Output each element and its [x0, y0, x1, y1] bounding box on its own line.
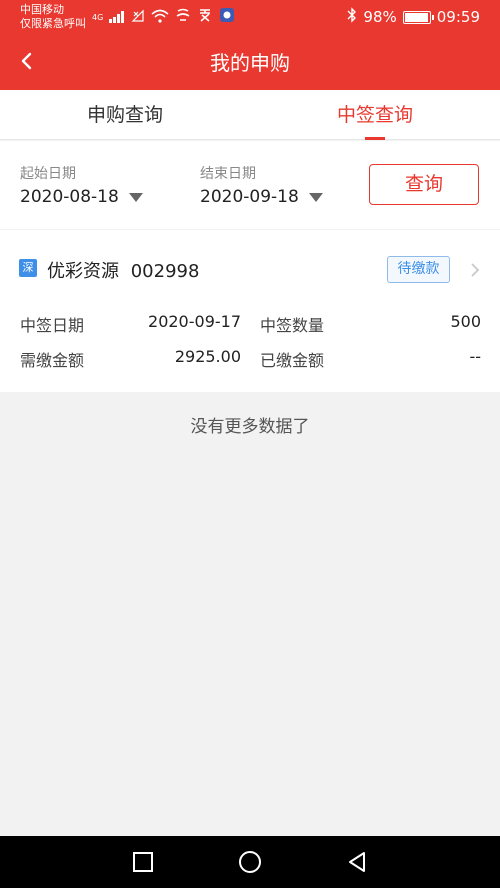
app-header: 中国移动 仅限紧急呼叫 4G 98% 09:59 我的申购 — [0, 0, 500, 90]
start-date-value: 2020-08-18 — [20, 187, 119, 207]
recent-apps-button[interactable] — [131, 850, 155, 874]
due-amount-value: 2925.00 — [174, 347, 241, 366]
triangle-back-icon — [349, 852, 365, 872]
circle-icon — [239, 851, 261, 873]
due-amount-label: 需缴金额 — [20, 351, 85, 370]
home-button[interactable] — [238, 850, 262, 874]
tab-allotment-label: 中签查询 — [336, 104, 413, 126]
page-title: 我的申购 — [210, 51, 290, 75]
tab-subscription-query[interactable]: 申购查询 — [0, 90, 250, 140]
bluetooth-icon — [347, 7, 357, 27]
active-tab-indicator — [365, 137, 385, 140]
win-date-value: 2020-09-17 — [148, 312, 241, 331]
text-notification-icon — [197, 7, 213, 27]
clock: 09:59 — [436, 8, 480, 26]
stock-name-code: 优彩资源 002998 — [47, 257, 199, 283]
end-date-value: 2020-09-18 — [200, 187, 299, 207]
app-badge-icon — [219, 7, 235, 27]
start-date-picker[interactable]: 2020-08-18 — [20, 187, 143, 207]
status-icons: 4G — [92, 8, 235, 26]
wifi-icon — [151, 8, 169, 27]
signal-icon — [109, 11, 125, 23]
status-badge: 待缴款 — [387, 256, 450, 283]
no-signal-icon — [131, 8, 145, 27]
network-type: 4G — [92, 12, 104, 22]
win-date-label: 中签日期 — [20, 316, 85, 335]
app-notification-icon — [175, 7, 191, 27]
win-qty-label: 中签数量 — [260, 316, 325, 335]
stock-code: 002998 — [130, 261, 200, 282]
stock-name: 优彩资源 — [47, 261, 119, 282]
carrier-info: 中国移动 仅限紧急呼叫 — [20, 3, 86, 31]
date-filter: 起始日期 2020-08-18 结束日期 2020-09-18 查询 — [0, 141, 500, 229]
end-date-picker[interactable]: 2020-09-18 — [200, 187, 323, 207]
win-qty-value: 500 — [450, 312, 481, 331]
system-nav-bar — [0, 836, 500, 888]
square-icon — [133, 852, 153, 872]
dropdown-arrow-icon — [128, 192, 143, 202]
battery-percent: 98% — [363, 8, 397, 26]
status-bar: 中国移动 仅限紧急呼叫 4G 98% 09:59 — [0, 0, 500, 36]
carrier-name: 中国移动 — [20, 3, 64, 16]
carrier-status: 仅限紧急呼叫 — [20, 17, 86, 30]
paid-amount-value: -- — [469, 347, 481, 366]
chevron-right-icon[interactable] — [468, 260, 482, 280]
paid-amount-label: 已缴金额 — [260, 351, 325, 370]
tab-bar: 申购查询 中签查询 — [0, 90, 500, 140]
end-of-list-text: 没有更多数据了 — [190, 417, 310, 437]
back-nav-button[interactable] — [345, 850, 369, 874]
battery-icon — [402, 10, 434, 24]
tab-allotment-query[interactable]: 中签查询 — [250, 90, 500, 140]
start-date-label: 起始日期 — [20, 166, 76, 182]
title-bar: 我的申购 — [0, 36, 500, 90]
market-tag: 深 — [19, 259, 37, 277]
dropdown-arrow-icon — [308, 192, 323, 202]
status-right: 98% 09:59 — [347, 7, 480, 27]
allotment-record-card[interactable]: 深 优彩资源 002998 待缴款 中签日期 2020-09-17 中签数量 5… — [0, 230, 500, 392]
end-date-label: 结束日期 — [200, 166, 256, 182]
query-button[interactable]: 查询 — [369, 164, 479, 205]
